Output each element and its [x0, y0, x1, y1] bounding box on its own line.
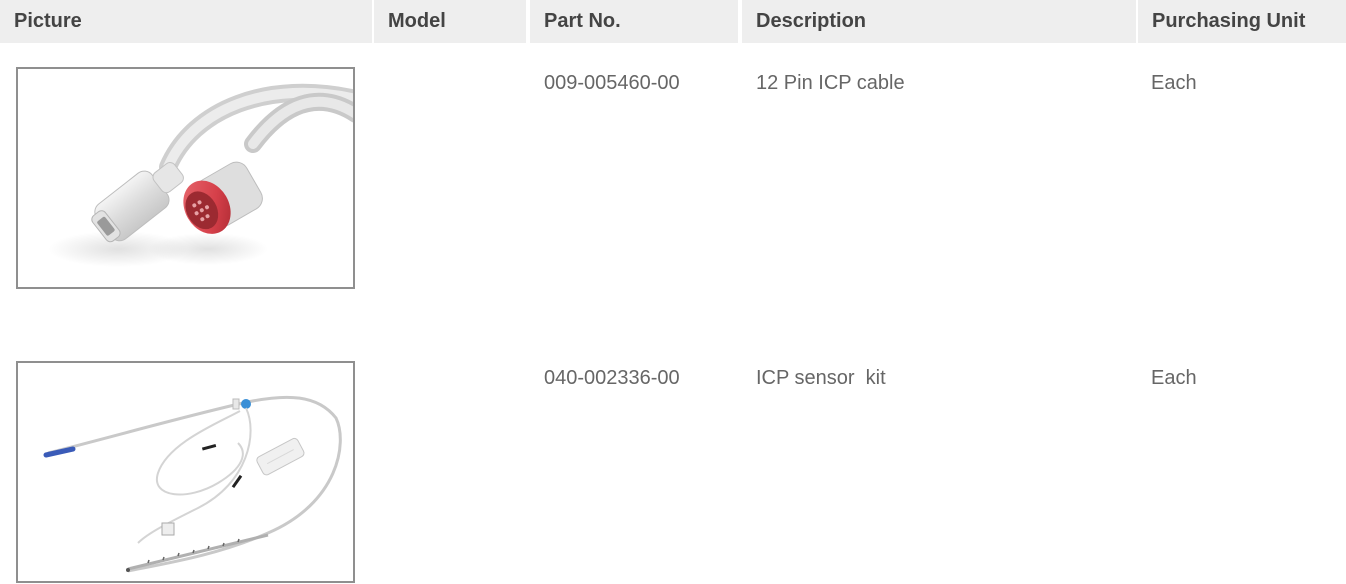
header-part-no: Part No. — [530, 0, 738, 43]
header-purchasing-unit: Purchasing Unit — [1138, 0, 1346, 43]
header-description: Description — [742, 0, 1136, 43]
header-picture: Picture — [0, 0, 372, 43]
header-model: Model — [374, 0, 526, 43]
table-header-row: Picture Model Part No. Description Purch… — [0, 0, 1346, 43]
table-row: 009-005460-00 12 Pin ICP cable Each — [0, 43, 1346, 308]
purchasing-unit-cell: Each — [1151, 72, 1197, 94]
part-no-cell: 009-005460-00 — [544, 72, 680, 94]
description-cell: ICP sensor kit — [756, 367, 886, 389]
table-row: 040-002336-00 ICP sensor kit Each — [0, 335, 1346, 584]
icp-sensor-kit-image — [43, 395, 342, 573]
purchasing-unit-cell: Each — [1151, 367, 1197, 389]
description-cell: 12 Pin ICP cable — [756, 72, 905, 94]
product-picture-icp-cable[interactable] — [16, 67, 355, 289]
icp-cable-image — [48, 83, 353, 267]
part-no-cell: 040-002336-00 — [544, 367, 680, 389]
product-picture-icp-sensor-kit[interactable] — [16, 361, 355, 583]
